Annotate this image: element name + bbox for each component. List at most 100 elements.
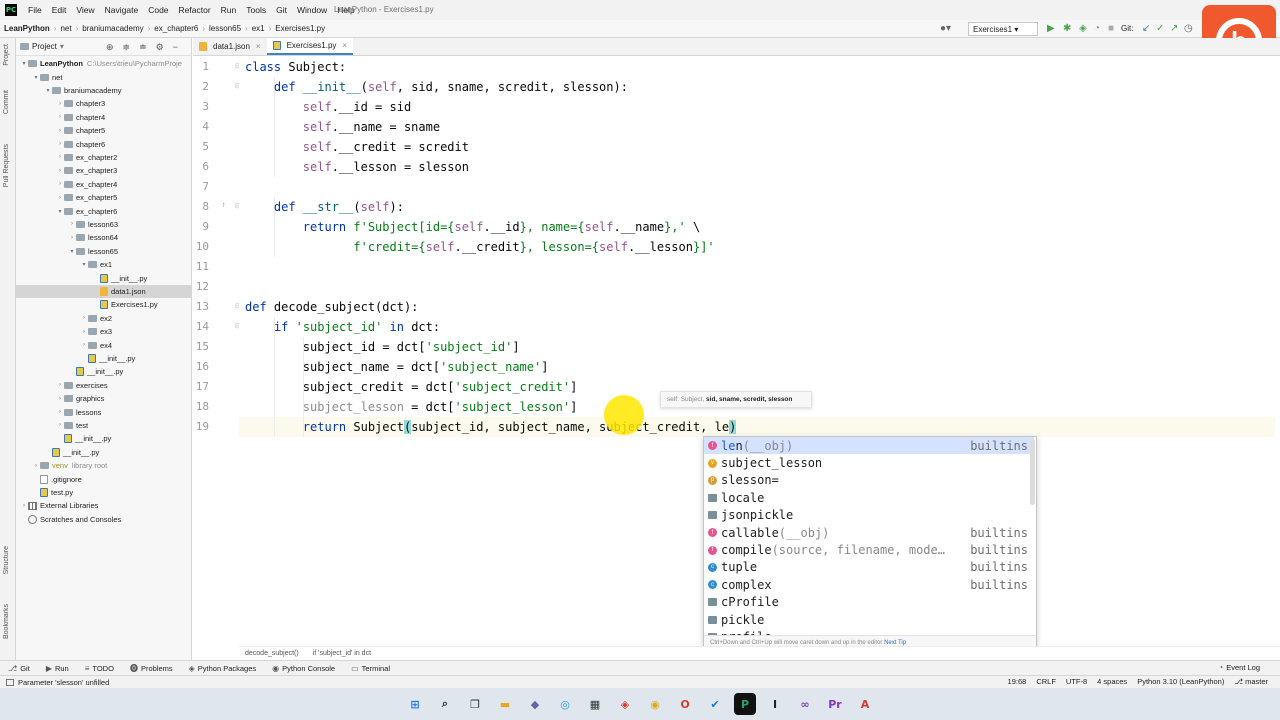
- pycharm-taskbar-icon[interactable]: P: [734, 693, 756, 715]
- menu-tools[interactable]: Tools: [241, 5, 271, 15]
- visual-studio-icon[interactable]: ∞: [794, 693, 816, 715]
- breadcrumb-item[interactable]: net: [56, 24, 75, 33]
- line-number[interactable]: 15: [189, 340, 209, 353]
- code-line[interactable]: self.__lesson = slesson: [245, 157, 469, 177]
- line-number[interactable]: 6: [189, 160, 209, 173]
- store-icon[interactable]: ▦: [584, 693, 606, 715]
- tree-item[interactable]: __init__.py: [16, 271, 191, 284]
- expand-arrow-icon[interactable]: ›: [56, 114, 64, 120]
- run-config-select[interactable]: Exercises1 ▾: [968, 22, 1038, 36]
- event-log-button[interactable]: ◔ Event Log: [1218, 663, 1260, 672]
- structure-tool-button[interactable]: Structure: [3, 546, 10, 574]
- tree-item[interactable]: ▾ ex1: [16, 258, 191, 271]
- expand-arrow-icon[interactable]: ›: [68, 221, 76, 227]
- expand-arrow-icon[interactable]: ›: [56, 101, 64, 107]
- line-number[interactable]: 17: [189, 380, 209, 393]
- indent-setting[interactable]: 4 spaces: [1097, 677, 1127, 686]
- tree-item[interactable]: › ex_chapter4: [16, 178, 191, 191]
- menu-refactor[interactable]: Refactor: [174, 5, 216, 15]
- expand-arrow-icon[interactable]: ›: [56, 128, 64, 134]
- tree-item[interactable]: ▾ braniumacademy: [16, 84, 191, 97]
- expand-arrow-icon[interactable]: ▾: [80, 261, 88, 268]
- tree-item[interactable]: Scratches and Consoles: [16, 513, 191, 526]
- tree-item[interactable]: ▾ ex_chapter6: [16, 204, 191, 217]
- completion-item[interactable]: cProfile: [704, 594, 1034, 611]
- completion-item[interactable]: pickle: [704, 611, 1034, 628]
- line-number[interactable]: 7: [189, 180, 209, 193]
- completion-item[interactable]: c complex builtins: [704, 576, 1034, 593]
- line-number[interactable]: 13: [189, 300, 209, 313]
- gear-icon[interactable]: ⚙: [156, 42, 164, 53]
- code-line[interactable]: subject_id = dct['subject_id']: [245, 337, 520, 357]
- tree-item[interactable]: data1.json: [16, 284, 191, 299]
- intellij-icon[interactable]: I: [764, 693, 786, 715]
- breadcrumb-item[interactable]: braniumacademy: [78, 24, 147, 33]
- tool-window-python-packages[interactable]: ◈ Python Packages: [181, 663, 265, 674]
- project-panel-title[interactable]: Project: [32, 42, 57, 51]
- git-push-icon[interactable]: ↗: [1170, 23, 1178, 34]
- chevron-down-icon[interactable]: ▾: [60, 42, 64, 51]
- line-number[interactable]: 16: [189, 360, 209, 373]
- project-tool-button[interactable]: Project: [3, 44, 10, 66]
- edge-icon[interactable]: ◎: [554, 693, 576, 715]
- tree-item[interactable]: Exercises1.py: [16, 298, 191, 311]
- completion-item[interactable]: c tuple builtins: [704, 559, 1034, 576]
- editor-tab[interactable]: data1.json ×: [193, 38, 267, 55]
- locate-icon[interactable]: ⊕: [106, 42, 114, 53]
- breadcrumb-item[interactable]: lesson65: [205, 24, 245, 33]
- tool-window-todo[interactable]: ≡ TODO: [77, 663, 122, 674]
- tree-item[interactable]: __init__.py: [16, 446, 191, 459]
- tree-item[interactable]: › exercises: [16, 379, 191, 392]
- close-icon[interactable]: ×: [256, 42, 261, 51]
- tree-item[interactable]: › test: [16, 419, 191, 432]
- expand-arrow-icon[interactable]: ›: [56, 168, 64, 174]
- line-number[interactable]: 3: [189, 100, 209, 113]
- file-encoding[interactable]: UTF-8: [1066, 677, 1087, 686]
- line-number[interactable]: 12: [189, 280, 209, 293]
- tree-item[interactable]: › ex3: [16, 325, 191, 338]
- expand-arrow-icon[interactable]: ›: [56, 382, 64, 388]
- breadcrumb-item[interactable]: Exercises1.py: [271, 24, 329, 33]
- tool-window-python-console[interactable]: ◉ Python Console: [264, 663, 343, 674]
- line-number[interactable]: 18: [189, 400, 209, 413]
- tree-item[interactable]: › ex2: [16, 312, 191, 325]
- tree-item[interactable]: › ex_chapter5: [16, 191, 191, 204]
- code-line[interactable]: def __init__(self, sid, sname, scredit, …: [245, 77, 628, 97]
- tree-item[interactable]: › lesson63: [16, 218, 191, 231]
- completion-item[interactable]: locale: [704, 489, 1034, 506]
- menu-run[interactable]: Run: [216, 5, 242, 15]
- file-explorer-icon[interactable]: ▬: [494, 693, 516, 715]
- breadcrumb-item[interactable]: LeanPython: [0, 24, 54, 33]
- stop-icon[interactable]: ■: [1108, 23, 1114, 34]
- debug-icon[interactable]: ✱: [1063, 23, 1071, 34]
- tree-item[interactable]: › graphics: [16, 392, 191, 405]
- expand-arrow-icon[interactable]: ›: [56, 195, 64, 201]
- tool-window-git[interactable]: ⎇ Git: [0, 663, 38, 674]
- pull-requests-tool-button[interactable]: Pull Requests: [3, 144, 10, 187]
- line-number[interactable]: 4: [189, 120, 209, 133]
- expand-arrow-icon[interactable]: ›: [32, 463, 40, 469]
- tree-item[interactable]: .gitignore: [16, 472, 191, 485]
- menu-view[interactable]: View: [71, 5, 99, 15]
- tree-item[interactable]: test.py: [16, 486, 191, 499]
- completion-item[interactable]: p slesson=: [704, 472, 1034, 489]
- tool-window-terminal[interactable]: ▭ Terminal: [343, 663, 398, 674]
- expand-arrow-icon[interactable]: ▾: [32, 74, 40, 81]
- completion-item[interactable]: jsonpickle: [704, 507, 1034, 524]
- line-number[interactable]: 19: [189, 420, 209, 433]
- tree-item[interactable]: › chapter6: [16, 137, 191, 150]
- expand-all-icon[interactable]: ≑: [123, 42, 131, 53]
- breadcrumb-item[interactable]: ex1: [248, 24, 269, 33]
- menu-navigate[interactable]: Navigate: [100, 5, 144, 15]
- tree-item[interactable]: › ex4: [16, 338, 191, 351]
- expand-arrow-icon[interactable]: ›: [56, 409, 64, 415]
- expand-arrow-icon[interactable]: ▾: [20, 60, 28, 67]
- expand-arrow-icon[interactable]: ›: [80, 315, 88, 321]
- tool-window-run[interactable]: ▶ Run: [38, 663, 77, 674]
- tree-item[interactable]: ▾ net: [16, 70, 191, 83]
- menu-git[interactable]: Git: [271, 5, 292, 15]
- code-line[interactable]: self.__name = sname: [245, 117, 440, 137]
- code-line[interactable]: if 'subject_id' in dct:: [245, 317, 440, 337]
- completion-item[interactable]: v subject_lesson: [704, 454, 1034, 471]
- profile-icon[interactable]: ◔: [1094, 23, 1100, 34]
